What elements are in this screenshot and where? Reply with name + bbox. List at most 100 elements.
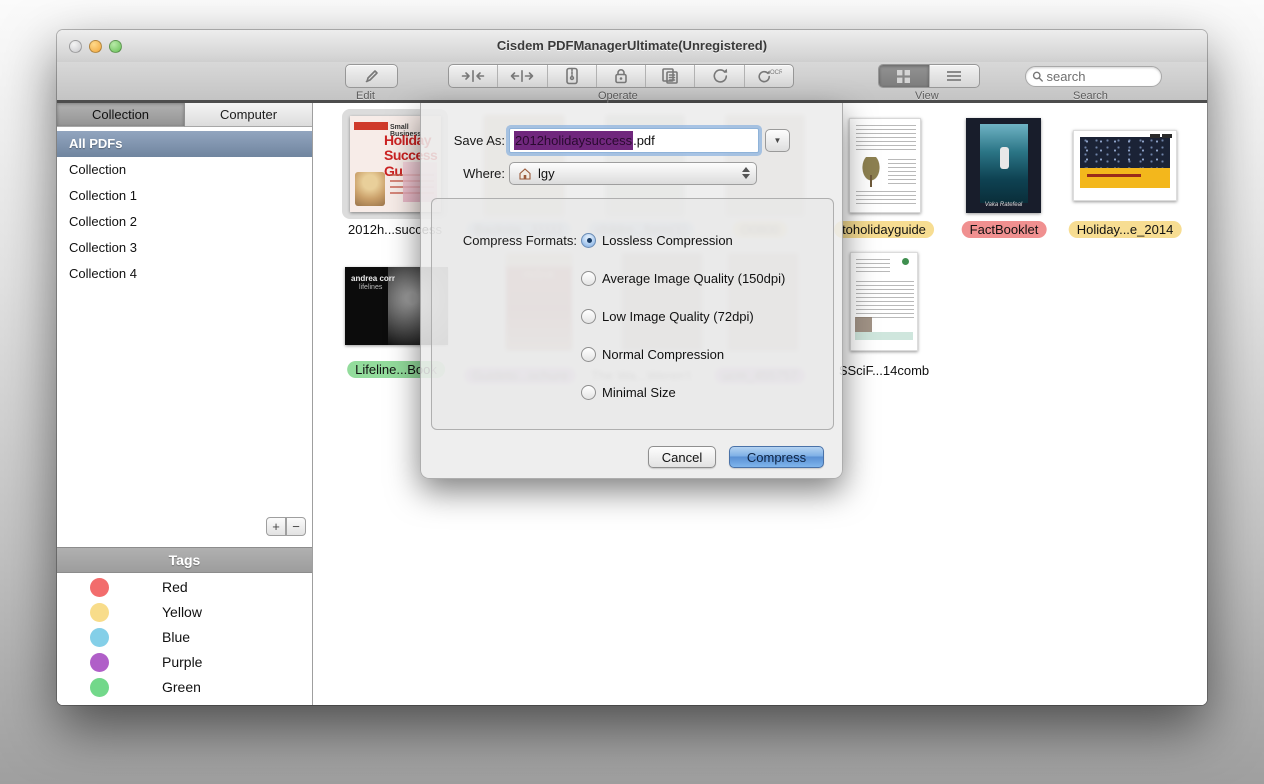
encrypt-button[interactable]	[597, 65, 646, 87]
ocr-icon: OCR	[756, 67, 782, 85]
radio-option-lossless[interactable]: Lossless Compression	[581, 232, 733, 248]
edit-button[interactable]	[345, 64, 398, 88]
cover-figure	[1000, 147, 1009, 169]
radio-option-normal[interactable]: Normal Compression	[581, 346, 724, 362]
radio-option-low[interactable]: Low Image Quality (72dpi)	[581, 308, 754, 324]
radio-icon[interactable]	[581, 347, 596, 362]
radio-option-minimal[interactable]: Minimal Size	[581, 384, 676, 400]
where-popup-menu[interactable]: lgy	[509, 162, 757, 185]
pdf-label[interactable]: FactBooklet	[962, 221, 1047, 238]
grid-view-button[interactable]	[879, 65, 930, 87]
cover-text: Vaka Ratefeal	[966, 202, 1041, 208]
pdf-label[interactable]: toholidayguide	[834, 221, 934, 238]
pdf-cover[interactable]	[1073, 130, 1177, 201]
cover-text-lines	[856, 125, 916, 153]
blue-tag-icon	[90, 628, 109, 647]
rotate-icon	[710, 67, 730, 85]
tag-row-blue[interactable]: Blue	[57, 625, 312, 650]
radio-icon[interactable]	[581, 385, 596, 400]
tag-label: Purple	[162, 654, 202, 670]
operate-group-label: Operate	[598, 90, 638, 102]
pdf-cover[interactable]: Vaka Ratefeal	[966, 118, 1041, 213]
radio-label: Average Image Quality (150dpi)	[602, 271, 785, 286]
where-value: lgy	[538, 166, 555, 181]
compress-save-dialog: Save As: 2012holidaysuccess.pdf ▼ Where:…	[420, 103, 843, 479]
svg-text:OCR: OCR	[770, 70, 782, 76]
sidebar-item-collection-1[interactable]: Collection 1	[57, 183, 312, 209]
tag-row-yellow[interactable]: Yellow	[57, 600, 312, 625]
cover-text-lines	[888, 159, 916, 185]
search-icon	[1032, 70, 1043, 83]
search-field[interactable]	[1025, 66, 1162, 87]
sidebar-item-collection-4[interactable]: Collection 4	[57, 261, 312, 287]
grid-icon	[896, 69, 911, 84]
cancel-button[interactable]: Cancel	[648, 446, 716, 468]
sidebar-item-collection-3[interactable]: Collection 3	[57, 235, 312, 261]
cover-tree-illustration	[858, 157, 884, 187]
cover-text: andrea corr	[351, 274, 395, 283]
compress-button[interactable]	[548, 65, 597, 87]
list-icon	[946, 70, 962, 82]
cover-text: lifelines	[359, 284, 382, 291]
sidebar-item-collection-2[interactable]: Collection 2	[57, 209, 312, 235]
radio-icon[interactable]	[581, 309, 596, 324]
cover-logo	[902, 258, 909, 265]
cover-text-lines	[856, 259, 890, 273]
list-view-button[interactable]	[930, 65, 980, 87]
tag-label: Green	[162, 679, 201, 695]
radio-icon[interactable]	[581, 271, 596, 286]
operate-group: OCR	[448, 64, 794, 88]
cover-banner	[1080, 168, 1170, 187]
cover-photo	[355, 172, 385, 206]
pdf-cover[interactable]	[850, 252, 918, 351]
cover-text-lines	[856, 281, 914, 321]
title-bar[interactable]: Cisdem PDFManagerUltimate(Unregistered)	[57, 30, 1207, 62]
radio-label: Low Image Quality (72dpi)	[602, 309, 754, 324]
cover-text-lines	[856, 191, 916, 207]
convert-button[interactable]	[695, 65, 744, 87]
split-button[interactable]	[498, 65, 547, 87]
search-input[interactable]	[1046, 69, 1155, 84]
pdf-cover[interactable]	[849, 118, 921, 213]
filename-extension: .pdf	[633, 133, 655, 148]
add-collection-button[interactable]: +	[266, 517, 286, 536]
sidebar: Collection Computer All PDFs Collection …	[57, 103, 313, 705]
filename-input[interactable]: 2012holidaysuccess.pdf	[509, 128, 759, 153]
cover-ribbon	[354, 122, 388, 130]
tags-header: Tags	[57, 547, 312, 573]
green-tag-icon	[90, 678, 109, 697]
popup-arrows-icon	[742, 167, 750, 179]
copy-pages-button[interactable]	[646, 65, 695, 87]
sidebar-item-collection[interactable]: Collection	[57, 157, 312, 183]
pdf-label[interactable]: SSciF...14comb	[831, 362, 937, 379]
home-icon	[518, 167, 532, 180]
radio-option-average[interactable]: Average Image Quality (150dpi)	[581, 270, 785, 286]
tag-label: Blue	[162, 629, 190, 645]
pages-icon	[660, 67, 680, 85]
tab-collection[interactable]: Collection	[57, 103, 185, 127]
pencil-icon	[363, 67, 381, 85]
tag-row-green[interactable]: Green	[57, 675, 312, 700]
edit-group-label: Edit	[356, 90, 375, 102]
expand-dialog-button[interactable]: ▼	[765, 129, 790, 152]
pdf-label[interactable]: Holiday...e_2014	[1069, 221, 1182, 238]
tag-row-red[interactable]: Red	[57, 575, 312, 600]
yellow-tag-icon	[90, 603, 109, 622]
radio-label: Normal Compression	[602, 347, 724, 362]
cover-decoration	[1162, 134, 1172, 138]
view-group-label: View	[915, 90, 939, 102]
tab-computer[interactable]: Computer	[185, 103, 312, 127]
sidebar-item-all-pdfs[interactable]: All PDFs	[57, 131, 312, 157]
split-icon	[510, 68, 534, 84]
radio-icon[interactable]	[581, 233, 596, 248]
ocr-button[interactable]: OCR	[745, 65, 793, 87]
tag-row-purple[interactable]: Purple	[57, 650, 312, 675]
search-group-label: Search	[1073, 90, 1108, 102]
cover-decoration	[1150, 134, 1160, 138]
remove-collection-button[interactable]: −	[286, 517, 306, 536]
where-label: Where:	[421, 166, 505, 181]
compress-button[interactable]: Compress	[729, 446, 824, 468]
cover-decoration	[855, 332, 913, 341]
app-window: Cisdem PDFManagerUltimate(Unregistered) …	[57, 30, 1207, 705]
merge-button[interactable]	[449, 65, 498, 87]
